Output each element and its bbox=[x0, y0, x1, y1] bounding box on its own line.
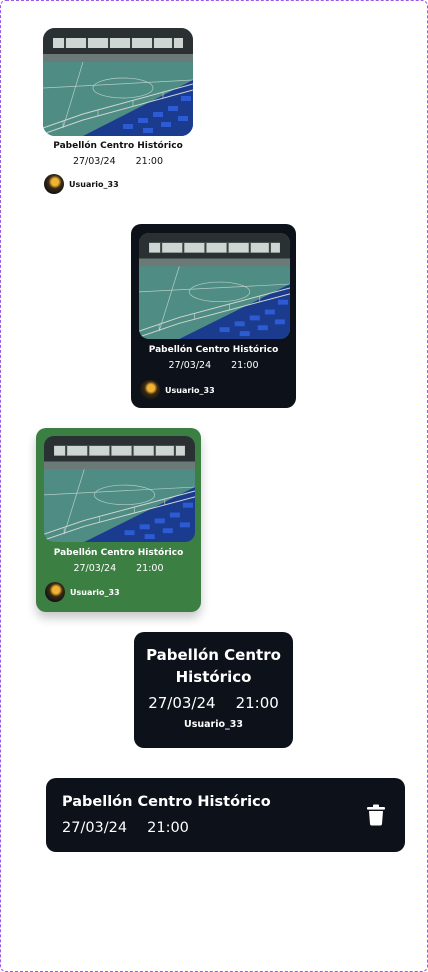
event-date: 27/03/24 bbox=[72, 156, 116, 167]
event-datetime: 27/03/24 21:00 bbox=[134, 694, 293, 712]
venue-name: Pabellón Centro Histórico bbox=[62, 794, 271, 810]
event-date: 27/03/24 bbox=[148, 694, 216, 712]
event-card-compact[interactable]: Pabellón Centro Histórico 27/03/24 21:00… bbox=[134, 632, 293, 748]
venue-photo bbox=[44, 436, 195, 542]
event-datetime: 27/03/24 21:00 bbox=[40, 156, 196, 167]
username: Usuario_33 bbox=[70, 587, 120, 597]
event-date: 27/03/24 bbox=[62, 820, 128, 836]
organizer: Usuario_33 bbox=[44, 174, 196, 194]
delete-button[interactable] bbox=[367, 804, 385, 826]
venue-name: Pabellón Centro Histórico bbox=[53, 548, 184, 558]
event-card-default[interactable]: Pabellón Centro Histórico 27/03/24 21:00… bbox=[40, 28, 196, 194]
event-time: 21:00 bbox=[136, 563, 164, 574]
venue-photo bbox=[43, 28, 193, 136]
event-time: 21:00 bbox=[135, 156, 164, 167]
venue-name: Pabellón Centro Histórico bbox=[134, 644, 293, 688]
user-avatar bbox=[140, 380, 160, 400]
venue-name-line1: Pabellón Centro bbox=[146, 646, 281, 664]
venue-photo bbox=[139, 233, 290, 339]
user-avatar bbox=[44, 174, 64, 194]
username: Usuario_33 bbox=[184, 719, 243, 730]
event-datetime: 27/03/24 21:00 bbox=[62, 820, 189, 836]
username: Usuario_33 bbox=[165, 385, 215, 395]
username: Usuario_33 bbox=[69, 179, 119, 189]
event-time: 21:00 bbox=[235, 694, 279, 712]
organizer: Usuario_33 bbox=[140, 380, 289, 400]
event-card-selected[interactable]: Pabellón Centro Histórico 27/03/24 21:00… bbox=[36, 428, 201, 612]
event-datetime: 27/03/24 21:00 bbox=[43, 563, 194, 574]
trash-icon bbox=[367, 804, 385, 826]
event-datetime: 27/03/24 21:00 bbox=[138, 360, 289, 371]
event-card-dark[interactable]: Pabellón Centro Histórico 27/03/24 21:00… bbox=[131, 224, 296, 408]
event-date: 27/03/24 bbox=[73, 563, 117, 574]
event-time: 21:00 bbox=[231, 360, 259, 371]
venue-name-line2: Histórico bbox=[175, 668, 252, 686]
event-time: 21:00 bbox=[147, 820, 189, 836]
user-avatar bbox=[45, 582, 65, 602]
venue-name: Pabellón Centro Histórico bbox=[53, 141, 183, 151]
venue-name: Pabellón Centro Histórico bbox=[148, 345, 279, 355]
organizer: Usuario_33 bbox=[45, 582, 194, 602]
event-row[interactable]: Pabellón Centro Histórico 27/03/24 21:00 bbox=[46, 778, 405, 852]
event-date: 27/03/24 bbox=[168, 360, 212, 371]
